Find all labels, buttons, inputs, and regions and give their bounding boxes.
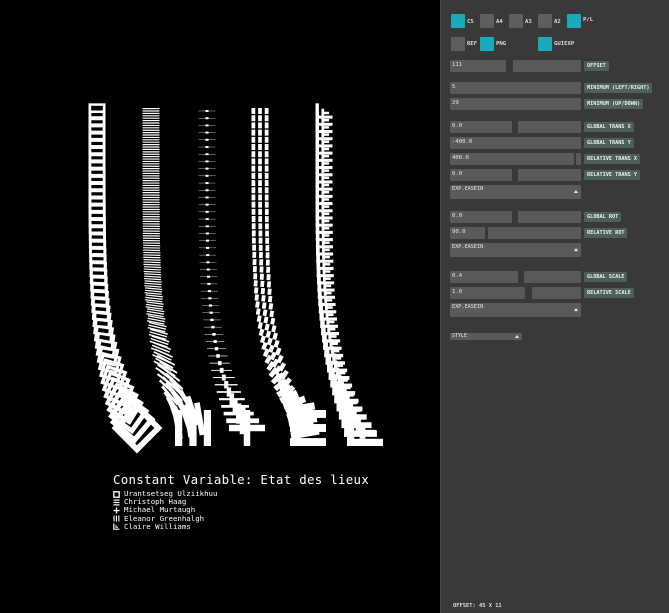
global-scale-slider[interactable]: 0.4 [450,271,518,283]
relative-rot-slider[interactable]: 90.0 [450,227,485,239]
toggle-png[interactable] [480,37,494,51]
minimum-up-down-label: MINIMUM (UP/DOWN) [584,99,644,109]
chevron-up-icon [574,190,578,193]
chevron-up-icon [515,335,519,338]
relative-trans-x-label: RELATIVE TRANS X [584,154,640,164]
global-trans-x-slider[interactable]: 0.0 [450,121,512,133]
toggle-a2[interactable] [538,14,552,28]
triple-bar-icon [113,499,120,506]
toggle-png-label: PNG [496,41,507,47]
name-text: Claire Williams [124,521,191,531]
offset-input-2[interactable] [513,60,581,72]
offset-input[interactable]: 111 [450,60,506,72]
relative-trans-y-label: RELATIVE TRANS Y [584,170,640,180]
relative-rot-slider-b[interactable] [488,227,581,239]
global-rot-label: GLOBAL ROT [584,212,622,222]
poster-title: Constant Variable: Etat des lieux [113,472,370,487]
global-rot-slider-b[interactable] [518,211,581,223]
global-scale-slider-b[interactable] [524,271,581,283]
toggle-guiexp-label: GUIEXP [554,41,575,47]
poster-canvas: Constant Variable: Etat des lieux Urants… [0,0,440,613]
poster-credits: Constant Variable: Etat des lieux Urants… [113,472,369,531]
chevron-up-icon [574,308,578,311]
relative-scale-slider[interactable]: 1.0 [450,287,525,299]
style-dropdown[interactable]: STYLE [450,333,522,340]
vertical-bars-icon [113,515,120,522]
translation-easing-dropdown[interactable]: EXP.EASEIN [450,185,581,199]
toggle-a4[interactable] [480,14,494,28]
toggle-c5-label: C5 [467,19,474,25]
relative-trans-x-slider-b[interactable] [576,153,581,165]
minimum-left-right-slider[interactable]: 5 [450,82,581,94]
toggle-guiexp[interactable] [538,37,552,51]
global-trans-x-label: GLOBAL TRANS X [584,122,634,132]
name-row: Claire Williams [113,521,369,531]
rotation-easing-dropdown[interactable]: EXP.EASEIN [450,243,581,257]
toggle-a3-label: A3 [525,19,532,25]
square-outline-icon [113,490,120,498]
scale-easing-dropdown[interactable]: EXP.EASEIN [450,303,581,317]
poster-names: Urantsetseg Ulziikhuu Christoph Haag Mic… [113,489,369,531]
relative-scale-slider-b[interactable] [532,287,581,299]
minimum-up-down-slider[interactable]: 29 [450,98,581,110]
toggle-pl-label: P/L [583,17,594,23]
control-panel: C5 A4 A3 A2 P/L REF PNG GUIEXP 111 OFFSE… [440,0,669,613]
toggle-ref[interactable] [451,37,465,51]
global-rot-slider[interactable]: 0.0 [450,211,512,223]
offset-label: OFFSET [584,61,609,71]
relative-trans-y-slider[interactable]: 0.0 [450,169,512,181]
toggle-a2-label: A2 [554,19,561,25]
minimum-left-right-label: MINIMUM (LEFT/RIGHT) [584,83,653,93]
toggle-ref-label: REF [467,41,478,47]
toggle-a4-label: A4 [496,19,503,25]
plus-icon [113,507,120,514]
toggle-portrait-landscape[interactable] [567,14,581,28]
global-trans-y-label: GLOBAL TRANS Y [584,138,634,148]
relative-scale-label: RELATIVE SCALE [584,288,634,298]
chevron-up-icon [574,248,578,251]
corner-bracket-icon [113,523,120,531]
global-scale-label: GLOBAL SCALE [584,272,628,282]
relative-trans-y-slider-b[interactable] [518,169,581,181]
relative-trans-x-slider[interactable]: 400.0 [450,153,574,165]
status-offset: OFFSET: 45 X 11 [453,603,502,609]
global-trans-x-slider-b[interactable] [518,121,581,133]
relative-rot-label: RELATIVE ROT [584,228,628,238]
toggle-a3[interactable] [509,14,523,28]
toggle-c5[interactable] [451,14,465,28]
global-trans-y-slider[interactable]: -400.0 [450,137,581,149]
